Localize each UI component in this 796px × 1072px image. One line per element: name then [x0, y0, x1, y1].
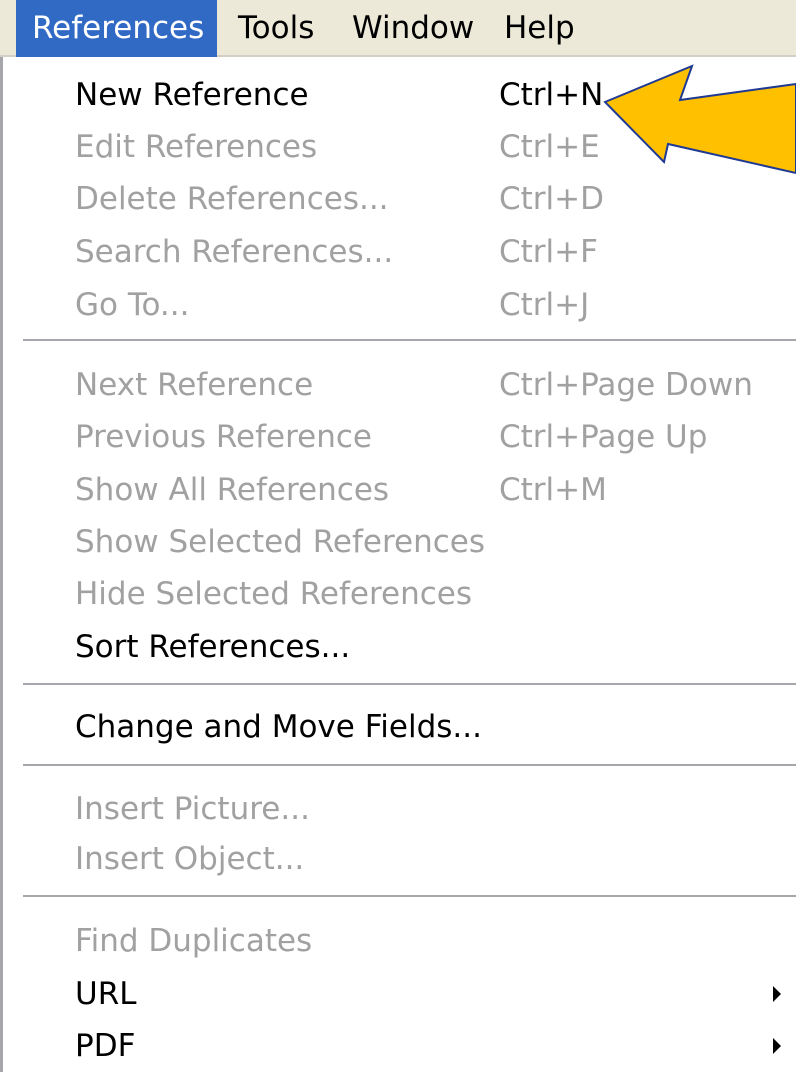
- menu-item-delete-references[interactable]: Delete References... Ctrl+D: [3, 174, 796, 224]
- menu-item-label: Insert Picture...: [75, 791, 310, 827]
- menu-item-label: PDF: [75, 1028, 136, 1064]
- menu-item-previous-reference[interactable]: Previous Reference Ctrl+Page Up: [3, 412, 796, 462]
- menu-item-label: Show Selected References: [75, 524, 485, 560]
- menu-item-label: Search References...: [75, 234, 394, 270]
- submenu-arrow-icon: [773, 1038, 781, 1054]
- menu-item-shortcut: Ctrl+Page Up: [499, 419, 708, 455]
- menu-item-label: Edit References: [75, 129, 318, 165]
- menu-help[interactable]: Help: [504, 0, 575, 57]
- menu-item-label: Next Reference: [75, 367, 314, 403]
- menu-item-hide-selected-references[interactable]: Hide Selected References: [3, 569, 796, 619]
- menu-item-label: URL: [75, 976, 137, 1012]
- menu-item-sort-references[interactable]: Sort References...: [3, 622, 796, 672]
- menu-item-find-duplicates[interactable]: Find Duplicates: [3, 916, 796, 966]
- menu-item-shortcut: Ctrl+N: [499, 77, 604, 113]
- submenu-arrow-icon: [773, 986, 781, 1002]
- menu-item-url[interactable]: URL: [3, 969, 796, 1019]
- menu-item-label: Show All References: [75, 472, 390, 508]
- menu-item-next-reference[interactable]: Next Reference Ctrl+Page Down: [3, 360, 796, 410]
- menu-item-edit-references[interactable]: Edit References Ctrl+E: [3, 122, 796, 172]
- menu-item-shortcut: Ctrl+D: [499, 181, 605, 217]
- screenshot-stage: References Tools Window Help New Referen…: [0, 0, 796, 1072]
- menu-item-shortcut: Ctrl+J: [499, 287, 590, 323]
- menu-item-insert-picture[interactable]: Insert Picture...: [3, 784, 796, 834]
- menu-item-change-and-move-fields[interactable]: Change and Move Fields...: [3, 702, 796, 752]
- menu-item-shortcut: Ctrl+Page Down: [499, 367, 753, 403]
- menu-separator: [23, 764, 796, 768]
- menu-item-label: Insert Object...: [75, 841, 305, 877]
- menu-tools[interactable]: Tools: [238, 0, 314, 57]
- menu-window[interactable]: Window: [352, 0, 474, 57]
- menu-separator: [23, 895, 796, 899]
- menu-item-label: Find Duplicates: [75, 923, 313, 959]
- menu-item-search-references[interactable]: Search References... Ctrl+F: [3, 227, 796, 277]
- menu-item-label: Hide Selected References: [75, 576, 473, 612]
- menu-item-go-to[interactable]: Go To... Ctrl+J: [3, 280, 796, 330]
- menu-item-shortcut: Ctrl+E: [499, 129, 600, 165]
- menu-bar: References Tools Window Help: [0, 0, 796, 57]
- menu-help-label: Help: [504, 10, 575, 46]
- menu-item-label: Previous Reference: [75, 419, 372, 455]
- menu-item-insert-object[interactable]: Insert Object...: [3, 834, 796, 884]
- menu-item-shortcut: Ctrl+F: [499, 234, 598, 270]
- menu-separator: [23, 683, 796, 687]
- menu-item-label: Delete References...: [75, 181, 389, 217]
- menu-item-pdf[interactable]: PDF: [3, 1021, 796, 1071]
- menu-item-new-reference[interactable]: New Reference Ctrl+N: [3, 70, 796, 120]
- menu-references[interactable]: References: [16, 0, 217, 57]
- menu-item-shortcut: Ctrl+M: [499, 472, 607, 508]
- menu-item-show-all-references[interactable]: Show All References Ctrl+M: [3, 465, 796, 515]
- menu-item-show-selected-references[interactable]: Show Selected References: [3, 517, 796, 567]
- references-dropdown-menu: New Reference Ctrl+N Edit References Ctr…: [0, 57, 796, 1072]
- menu-tools-label: Tools: [238, 10, 315, 46]
- menu-item-label: Sort References...: [75, 629, 351, 665]
- menu-references-label: References: [32, 10, 205, 46]
- menu-item-label: Go To...: [75, 287, 190, 323]
- menu-item-label: New Reference: [75, 77, 309, 113]
- menu-separator: [23, 339, 796, 343]
- menu-item-label: Change and Move Fields...: [75, 709, 482, 745]
- menu-window-label: Window: [352, 10, 475, 46]
